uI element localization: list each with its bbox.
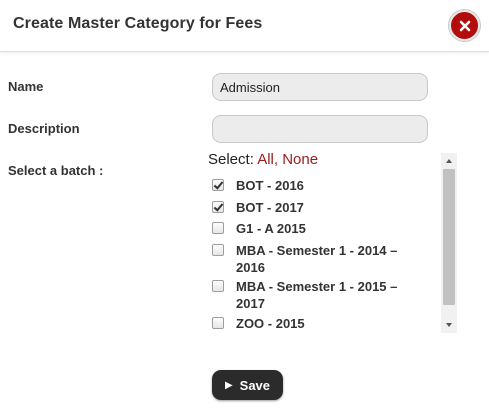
batch-checkbox[interactable]	[212, 317, 224, 329]
batch-checkbox[interactable]	[212, 244, 224, 256]
batch-checkbox[interactable]	[212, 179, 224, 191]
batch-item[interactable]: MBA - Semester 1 - 2014 – 2016	[212, 242, 426, 276]
batch-list: BOT - 2016 BOT - 2017 G1 - A 2015 MBA - …	[204, 151, 457, 333]
batch-checkbox[interactable]	[212, 280, 224, 292]
save-button[interactable]: ▶ Save	[212, 370, 283, 400]
name-input[interactable]	[212, 73, 428, 101]
batch-item-label: BOT - 2017	[236, 200, 304, 215]
batch-item-label: G1 - A 2015	[236, 221, 306, 236]
close-icon	[459, 20, 470, 31]
batch-item[interactable]: G1 - A 2015	[212, 220, 426, 237]
scroll-thumb[interactable]	[443, 169, 455, 305]
batch-item[interactable]: MBA - Semester 1 - 2015 – 2017	[212, 278, 426, 312]
triangle-up-icon	[446, 159, 452, 163]
batch-item[interactable]: ZOO - 2015	[212, 315, 426, 332]
save-label: Save	[239, 377, 271, 393]
dialog-title: Create Master Category for Fees	[13, 15, 263, 32]
close-button[interactable]	[449, 10, 480, 41]
batch-item-label: ZOO - 2015	[236, 316, 305, 331]
name-label: Name	[8, 79, 44, 94]
play-icon: ▶	[224, 379, 233, 391]
batch-item-label: MBA - Semester 1 - 2015 – 2017	[236, 279, 398, 311]
scroll-down-button[interactable]	[441, 317, 457, 333]
batch-item-label: MBA - Semester 1 - 2014 – 2016	[236, 243, 398, 275]
description-label: Description	[8, 121, 80, 136]
scroll-up-button[interactable]	[441, 153, 457, 169]
batch-item[interactable]: BOT - 2016	[212, 177, 426, 194]
dialog-header: Create Master Category for Fees	[0, 0, 489, 52]
batch-item-label: BOT - 2016	[236, 178, 304, 193]
batch-checkbox[interactable]	[212, 222, 224, 234]
batch-list-scrollbar[interactable]	[441, 153, 457, 333]
triangle-down-icon	[446, 323, 452, 327]
batch-checkbox[interactable]	[212, 201, 224, 213]
batch-label: Select a batch :	[8, 163, 104, 178]
batch-item[interactable]: BOT - 2017	[212, 199, 426, 216]
description-input[interactable]	[212, 115, 428, 143]
